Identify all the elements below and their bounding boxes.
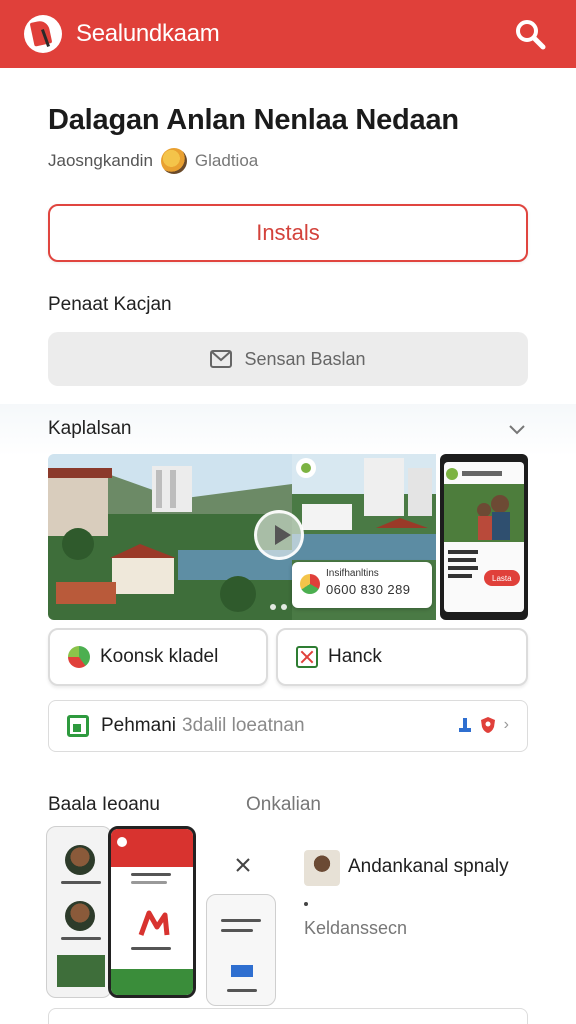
developer-row: Jaosngkandin Gladtioa <box>48 148 258 174</box>
phone-screen-art <box>444 462 524 612</box>
info-card-number: 0600 830 289 <box>326 582 411 597</box>
preview-text-line <box>61 937 101 940</box>
checkbox-x-icon <box>296 646 318 668</box>
chevron-right-icon[interactable]: › <box>504 716 509 734</box>
screenshot-phone[interactable]: Lasta <box>440 454 528 620</box>
phone-card-button-label: Lasta <box>492 574 512 583</box>
info-card: Insifhanltins 0600 830 289 <box>292 562 432 608</box>
gallery-heading: Kaplalsan <box>48 418 132 439</box>
app-title: Dalagan Anlan Nenlaa Nedaan <box>48 104 459 136</box>
contact-heading: Penaat Kacjan <box>48 294 172 315</box>
mail-icon <box>210 350 233 368</box>
preview-text-line <box>131 881 167 884</box>
screenshot-gallery[interactable]: Lasta Insifhanltins 0600 830 289 <box>48 454 528 620</box>
permission-icon <box>67 715 89 737</box>
contact-button[interactable]: Sensan Baslan <box>48 332 528 386</box>
reviewer-avatar <box>304 850 340 886</box>
play-video-button[interactable] <box>254 510 304 560</box>
shield-icon <box>480 717 495 733</box>
reviewer-name: Andankanal spnaly <box>348 856 509 877</box>
info-card-line: Insifhanltins <box>326 568 379 579</box>
developer-prefix: Jaosngkandin <box>48 151 153 170</box>
preview-avatar <box>65 845 95 875</box>
gallery-dots <box>270 604 287 610</box>
preview-phone-center[interactable] <box>108 826 196 998</box>
app-badge-icon <box>300 574 320 594</box>
preview-nav-bar <box>111 969 193 995</box>
close-icon[interactable] <box>234 856 252 874</box>
install-button[interactable]: Instals <box>48 204 528 262</box>
developer-name[interactable]: Gladtioa <box>195 151 258 171</box>
reviews-heading: Onkalian <box>246 794 321 815</box>
separator-dot <box>304 902 308 906</box>
app-bar: Sealundkaam <box>0 0 576 68</box>
app-badge-icon <box>68 646 90 668</box>
preview-text-line <box>61 881 101 884</box>
permission-title: Pehmani <box>101 715 176 736</box>
permission-detail: 3dalil loeatnan <box>182 715 305 736</box>
app-logo-icon[interactable] <box>24 15 62 53</box>
preview-image <box>231 965 253 977</box>
search-icon[interactable] <box>512 16 548 52</box>
location-pin-icon <box>458 718 471 732</box>
preview-text-line <box>131 947 171 950</box>
chip-tag[interactable]: Hanck <box>276 628 528 686</box>
permissions-row[interactable]: Pehmani 3dalil loeatnan › <box>48 700 528 752</box>
developer-avatar <box>160 148 187 174</box>
preview-text-line <box>131 873 171 876</box>
preview-text-line <box>221 919 261 922</box>
review-text: Keldanssecn <box>304 918 408 938</box>
preview-avatar <box>65 901 95 931</box>
preview-text-line <box>221 929 253 932</box>
preview-logo-icon <box>117 837 127 847</box>
preview-header <box>111 829 193 867</box>
more-apps-heading: Baala Ieoanu <box>48 794 160 815</box>
preview-phone-left[interactable] <box>46 826 112 998</box>
chip-label: Koonsk kladel <box>100 646 219 667</box>
bottom-card[interactable] <box>48 1008 528 1024</box>
preview-brand-icon <box>138 910 170 936</box>
chip-category[interactable]: Koonsk kladel <box>48 628 268 686</box>
brand-name: Sealundkaam <box>76 20 220 47</box>
chevron-down-icon[interactable] <box>508 420 526 438</box>
preview-image <box>57 955 105 987</box>
preview-text-line <box>227 989 257 992</box>
preview-phone-right[interactable] <box>206 894 276 1006</box>
permission-tail: › <box>458 716 509 734</box>
contact-button-label: Sensan Baslan <box>244 348 366 369</box>
chip-label: Hanck <box>328 646 382 667</box>
